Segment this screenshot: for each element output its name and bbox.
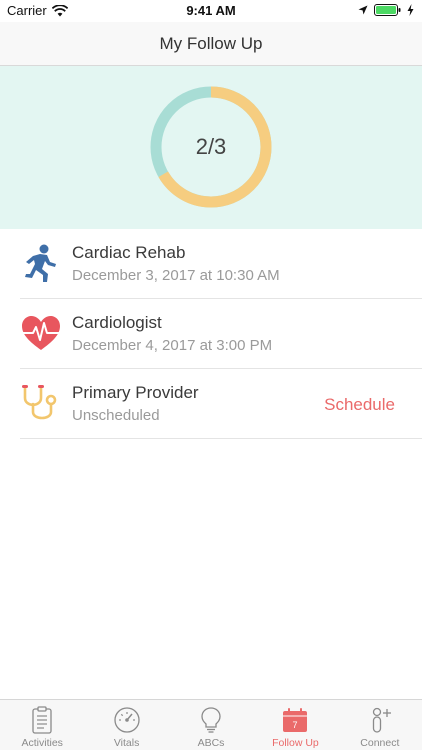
item-subtitle: December 4, 2017 at 3:00 PM	[72, 337, 273, 354]
item-title: Cardiac Rehab	[72, 243, 186, 262]
tab-label: Activities	[21, 737, 63, 749]
lightbulb-icon	[201, 707, 221, 733]
navigation-bar: My Follow Up	[0, 22, 422, 66]
status-bar: Carrier 9:41 AM	[0, 0, 422, 22]
list-item-cardiac-rehab[interactable]: Cardiac Rehab December 3, 2017 at 10:30 …	[0, 229, 422, 299]
gauge-icon	[113, 707, 140, 733]
tab-label: ABCs	[197, 737, 225, 749]
item-title: Primary Provider	[72, 383, 199, 402]
item-subtitle: December 3, 2017 at 10:30 AM	[72, 267, 280, 284]
tab-follow-up[interactable]: 7 Follow Up	[253, 700, 337, 750]
tab-bar: Activities Vitals ABCs 7 Follow Up Conne…	[0, 699, 422, 750]
tab-abcs[interactable]: ABCs	[169, 700, 253, 750]
heart-pulse-icon	[22, 316, 60, 350]
battery-icon	[374, 4, 401, 16]
row-divider	[20, 438, 422, 439]
clipboard-icon	[32, 706, 52, 734]
progress-panel: 2/3	[0, 66, 422, 229]
tab-label: Connect	[360, 737, 400, 749]
status-right	[358, 4, 414, 16]
list-item-primary-provider[interactable]: Primary Provider Unscheduled Schedule	[0, 369, 422, 439]
person-add-icon	[372, 707, 391, 733]
tab-connect[interactable]: Connect	[338, 700, 422, 750]
tab-vitals[interactable]: Vitals	[84, 700, 168, 750]
list-item-cardiologist[interactable]: Cardiologist December 4, 2017 at 3:00 PM	[0, 299, 422, 369]
location-arrow-icon	[358, 5, 368, 15]
progress-label: 2/3	[195, 134, 227, 159]
running-person-icon	[25, 244, 56, 282]
schedule-button[interactable]: Schedule	[324, 395, 395, 415]
item-title: Cardiologist	[72, 313, 162, 332]
item-subtitle: Unscheduled	[72, 407, 160, 424]
stethoscope-icon	[22, 385, 57, 420]
charging-bolt-icon	[407, 4, 414, 16]
calendar-badge: 7	[293, 720, 298, 730]
page-title: My Follow Up	[159, 34, 263, 53]
follow-up-list: Cardiac Rehab December 3, 2017 at 10:30 …	[0, 229, 422, 439]
calendar-icon: 7	[283, 708, 308, 732]
tab-label: Vitals	[113, 737, 140, 749]
tab-label: Follow Up	[272, 737, 319, 749]
tab-activities[interactable]: Activities	[0, 700, 84, 750]
